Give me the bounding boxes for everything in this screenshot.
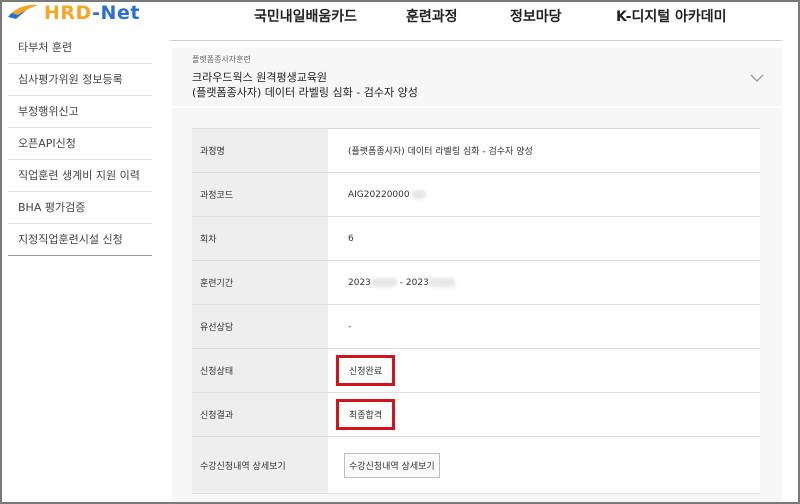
sidebar-item-fraud-report[interactable]: 부정행위신고	[8, 96, 152, 128]
detail-row-application-status: 신청상태 신청완료	[192, 349, 760, 393]
application-status-value: 신청완료	[336, 355, 396, 386]
detail-label: 과정명	[192, 129, 328, 172]
detail-table: 과정명 (플랫폼종사자) 데이터 라벨링 심화 - 검수자 양성 과정코드 AI…	[192, 128, 760, 494]
detail-label: 신청상태	[192, 349, 328, 392]
detail-label: 회차	[192, 217, 328, 260]
logo-text-net: -Net	[92, 2, 140, 24]
course-header[interactable]: 플랫폼종사자훈련 크라우드웍스 원격평생교육원 (플랫폼종사자) 데이터 라벨링…	[172, 48, 782, 106]
sidebar-item-designated-facility[interactable]: 지정직업훈련시설 신청	[8, 224, 152, 256]
course-category: 플랫폼종사자훈련	[192, 55, 251, 64]
detail-label: 신청결과	[192, 393, 328, 436]
nav-national-card[interactable]: 국민내일배움카드	[254, 6, 357, 26]
enrollment-detail-button[interactable]: 수강신청내역 상세보기	[344, 452, 440, 478]
detail-row-application-result: 신청결과 최종합격	[192, 393, 760, 437]
sidebar-item-living-cost-history[interactable]: 직업훈련 생계비 지원 이력	[8, 160, 152, 192]
detail-row-course-name: 과정명 (플랫폼종사자) 데이터 라벨링 심화 - 검수자 양성	[192, 129, 760, 173]
round-value: 6	[328, 217, 760, 260]
redacted-text	[411, 190, 426, 199]
logo-bird-icon	[8, 4, 38, 19]
period-start-year: 2023	[348, 277, 371, 288]
period-separator: -	[396, 277, 406, 288]
detail-label: 훈련기간	[192, 261, 328, 304]
detail-label: 과정코드	[192, 173, 328, 216]
sidebar-item-other-ministry[interactable]: 타부처 훈련	[8, 32, 152, 64]
browser-viewport: HRD-Net 국민내일배움카드 훈련과정 정보마당 K-디지털 아카데미 타부…	[0, 0, 800, 504]
course-code-value: AIG20220000	[348, 189, 410, 200]
phone-consult-value: -	[328, 305, 760, 348]
redacted-text	[428, 278, 455, 287]
nav-k-digital-academy[interactable]: K-디지털 아카데미	[616, 6, 726, 26]
nav-info[interactable]: 정보마당	[510, 6, 562, 26]
sidebar-item-review-committee[interactable]: 심사평가위원 정보등록	[8, 64, 152, 96]
detail-row-course-code: 과정코드 AIG20220000	[192, 173, 760, 217]
course-institution: 크라우드웍스 원격평생교육원	[192, 71, 328, 84]
period-end-year: 2023	[405, 277, 429, 288]
course-title: (플랫폼종사자) 데이터 라벨링 심화 - 검수자 양성	[192, 86, 418, 99]
detail-row-phone-consult: 유선상담 -	[192, 305, 760, 349]
sidebar-item-bha-evaluation[interactable]: BHA 평가검증	[8, 192, 152, 224]
detail-row-training-period: 훈련기간 2023 - 2023	[192, 261, 760, 305]
redacted-text	[370, 278, 397, 287]
detail-row-round: 회차 6	[192, 217, 760, 261]
chevron-down-icon[interactable]	[750, 68, 764, 87]
hrd-net-logo[interactable]: HRD-Net	[6, 2, 140, 24]
detail-label: 유선상담	[192, 305, 328, 348]
sidebar-item-open-api[interactable]: 오픈API신청	[8, 128, 152, 160]
nav-training-courses[interactable]: 훈련과정	[406, 6, 458, 26]
course-name-value: (플랫폼종사자) 데이터 라벨링 심화 - 검수자 양성	[328, 129, 760, 172]
detail-row-enrollment-detail: 수강신청내역 상세보기 수강신청내역 상세보기	[192, 437, 760, 494]
sidebar-menu: 타부처 훈련 심사평가위원 정보등록 부정행위신고 오픈API신청 직업훈련 생…	[8, 32, 152, 256]
application-result-value: 최종합격	[336, 399, 396, 430]
logo-text-hrd: HRD	[44, 2, 93, 24]
header-divider	[170, 40, 782, 41]
detail-label: 수강신청내역 상세보기	[192, 437, 328, 493]
course-detail-panel: 과정명 (플랫폼종사자) 데이터 라벨링 심화 - 검수자 양성 과정코드 AI…	[172, 108, 782, 502]
